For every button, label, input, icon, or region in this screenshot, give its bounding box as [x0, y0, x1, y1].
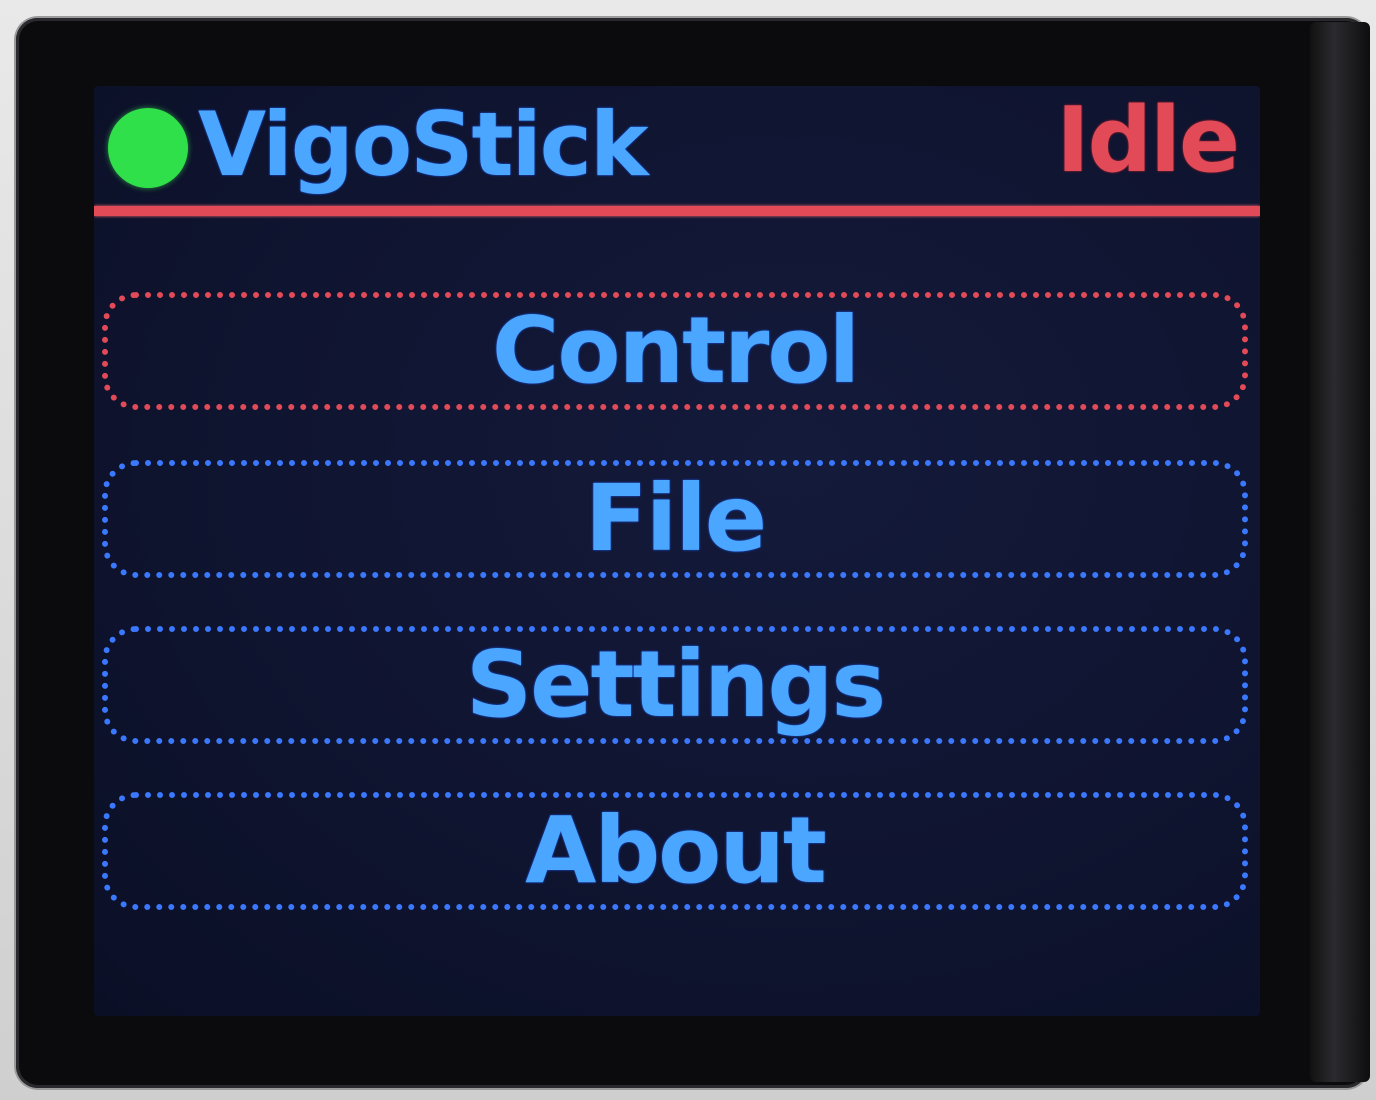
menu-item-about[interactable]: About [102, 792, 1248, 910]
menu-item-label: File [584, 465, 767, 572]
menu-item-label: Settings [465, 631, 886, 738]
status-dot-icon [108, 108, 188, 188]
header-divider [94, 206, 1260, 216]
device-frame: VigoStick Idle Control File Settings Abo… [0, 0, 1376, 1100]
lcd-screen: VigoStick Idle Control File Settings Abo… [94, 86, 1260, 1016]
menu-item-label: Control [491, 297, 860, 404]
app-title: VigoStick [198, 93, 648, 196]
bezel-edge [1310, 22, 1370, 1082]
menu-item-settings[interactable]: Settings [102, 626, 1248, 744]
menu-item-label: About [525, 797, 827, 904]
menu-item-control[interactable]: Control [102, 292, 1248, 410]
header-bar: VigoStick Idle [94, 86, 1260, 206]
menu-item-file[interactable]: File [102, 460, 1248, 578]
status-label: Idle [1056, 88, 1240, 193]
